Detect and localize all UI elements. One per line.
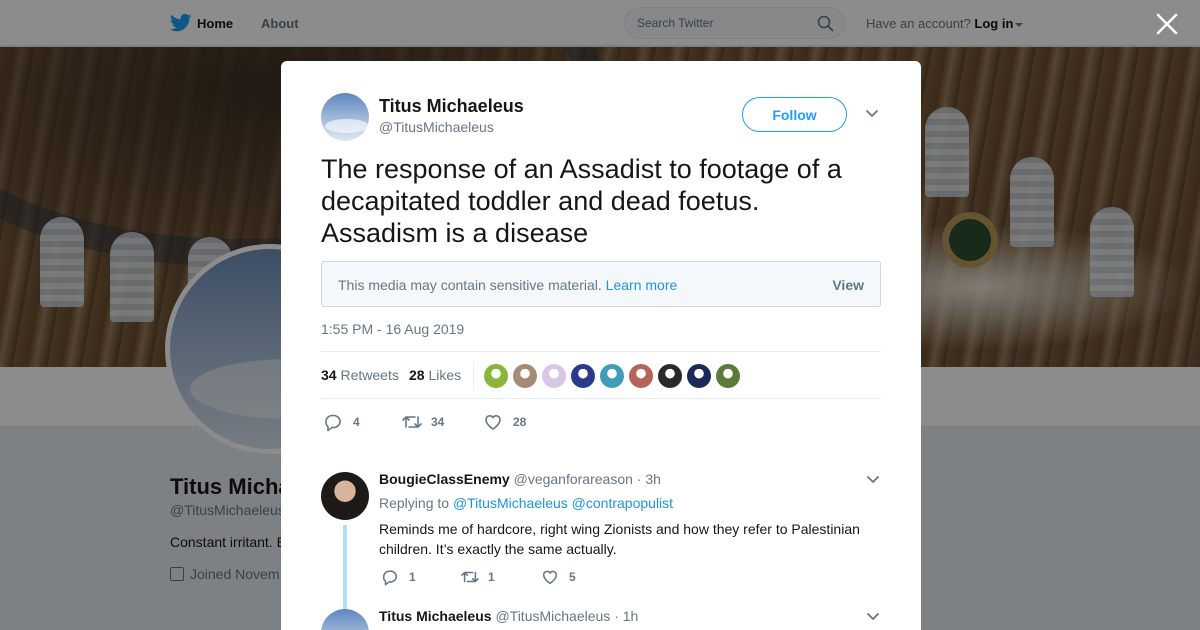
reply-icon xyxy=(325,414,341,432)
reply-time[interactable]: 3h xyxy=(645,471,661,487)
retweet-icon xyxy=(461,571,479,583)
chevron-down-icon[interactable] xyxy=(866,475,880,485)
retweet-count: 1 xyxy=(488,570,495,584)
retweets-count: 34 xyxy=(321,367,337,383)
separator-dot: · xyxy=(636,471,642,487)
mention-link[interactable]: @TitusMichaeleus xyxy=(453,495,568,511)
likes-count: 28 xyxy=(409,367,425,383)
thread-line xyxy=(343,525,347,609)
close-icon[interactable] xyxy=(1154,11,1180,37)
liker-avatar[interactable] xyxy=(716,364,740,388)
mention-link[interactable]: @contrapopulist xyxy=(572,495,673,511)
replying-to: Replying to @TitusMichaeleus @contrapopu… xyxy=(379,495,673,511)
reply-author-handle[interactable]: @veganforareason xyxy=(514,471,633,487)
sensitive-media-notice: This media may contain sensitive materia… xyxy=(321,261,881,307)
liker-avatar[interactable] xyxy=(542,364,566,388)
reply-count: 4 xyxy=(353,415,360,429)
sensitive-message: This media may contain sensitive materia… xyxy=(338,277,602,293)
liker-avatar[interactable] xyxy=(687,364,711,388)
reply-author-handle[interactable]: @TitusMichaeleus xyxy=(495,608,610,624)
reply-author-name[interactable]: BougieClassEnemy xyxy=(379,471,510,487)
tweet-timestamp[interactable]: 1:55 PM - 16 Aug 2019 xyxy=(321,321,464,337)
chevron-down-icon[interactable] xyxy=(866,612,880,622)
reply-icon xyxy=(382,570,398,586)
reply-header: BougieClassEnemy @veganforareason · 3h xyxy=(379,471,661,487)
chevron-down-icon[interactable] xyxy=(865,109,879,119)
liker-avatar[interactable] xyxy=(600,364,624,388)
stats-divider xyxy=(473,362,474,390)
heart-icon xyxy=(485,415,501,430)
reply-header: Titus Michaeleus @TitusMichaeleus · 1h xyxy=(379,608,638,624)
tweet-text: The response of an Assadist to footage o… xyxy=(321,154,842,248)
reply-author-avatar[interactable] xyxy=(321,472,369,520)
liker-avatar[interactable] xyxy=(513,364,537,388)
reply-author-name[interactable]: Titus Michaeleus xyxy=(379,608,492,624)
tweet-actions: 4 34 28 xyxy=(321,406,881,436)
heart-icon xyxy=(542,570,558,585)
reply-time[interactable]: 1h xyxy=(623,608,639,624)
liker-avatar[interactable] xyxy=(658,364,682,388)
follow-button[interactable]: Follow xyxy=(742,97,847,132)
liker-avatar[interactable] xyxy=(571,364,595,388)
retweets-stat[interactable]: 34 Retweets xyxy=(321,367,399,383)
retweet-count: 34 xyxy=(431,415,445,429)
tweet-modal: Titus Michaeleus @TitusMichaeleus Follow… xyxy=(281,61,921,630)
like-count: 28 xyxy=(513,415,527,429)
reply-count: 1 xyxy=(409,570,416,584)
author-handle[interactable]: @TitusMichaeleus xyxy=(379,119,494,135)
author-name[interactable]: Titus Michaeleus xyxy=(379,96,524,117)
likes-label: Likes xyxy=(428,367,462,383)
reply-text: Reminds me of hardcore, right wing Zioni… xyxy=(379,521,860,557)
separator-dot: · xyxy=(614,608,619,624)
liker-avatar[interactable] xyxy=(629,364,653,388)
likes-stat[interactable]: 28 Likes xyxy=(409,367,461,383)
replying-to-label: Replying to xyxy=(379,495,450,511)
learn-more-link[interactable]: Learn more xyxy=(606,277,678,293)
liker-avatar[interactable] xyxy=(484,364,508,388)
author-avatar[interactable] xyxy=(321,93,369,141)
sensitive-notice-text: This media may contain sensitive materia… xyxy=(338,277,677,293)
reply-author-avatar[interactable] xyxy=(321,609,369,630)
view-media-button[interactable]: View xyxy=(832,277,864,293)
reply-tweet[interactable]: Titus Michaeleus @TitusMichaeleus · 1h xyxy=(321,604,881,630)
retweets-label: Retweets xyxy=(340,367,399,383)
like-count: 5 xyxy=(569,570,576,584)
reply-actions: 1 1 5 xyxy=(379,568,679,588)
reply-tweet[interactable]: BougieClassEnemy @veganforareason · 3h R… xyxy=(321,467,881,609)
tweet-stats: 34 Retweets 28 Likes xyxy=(321,351,881,399)
retweet-icon xyxy=(402,416,422,428)
